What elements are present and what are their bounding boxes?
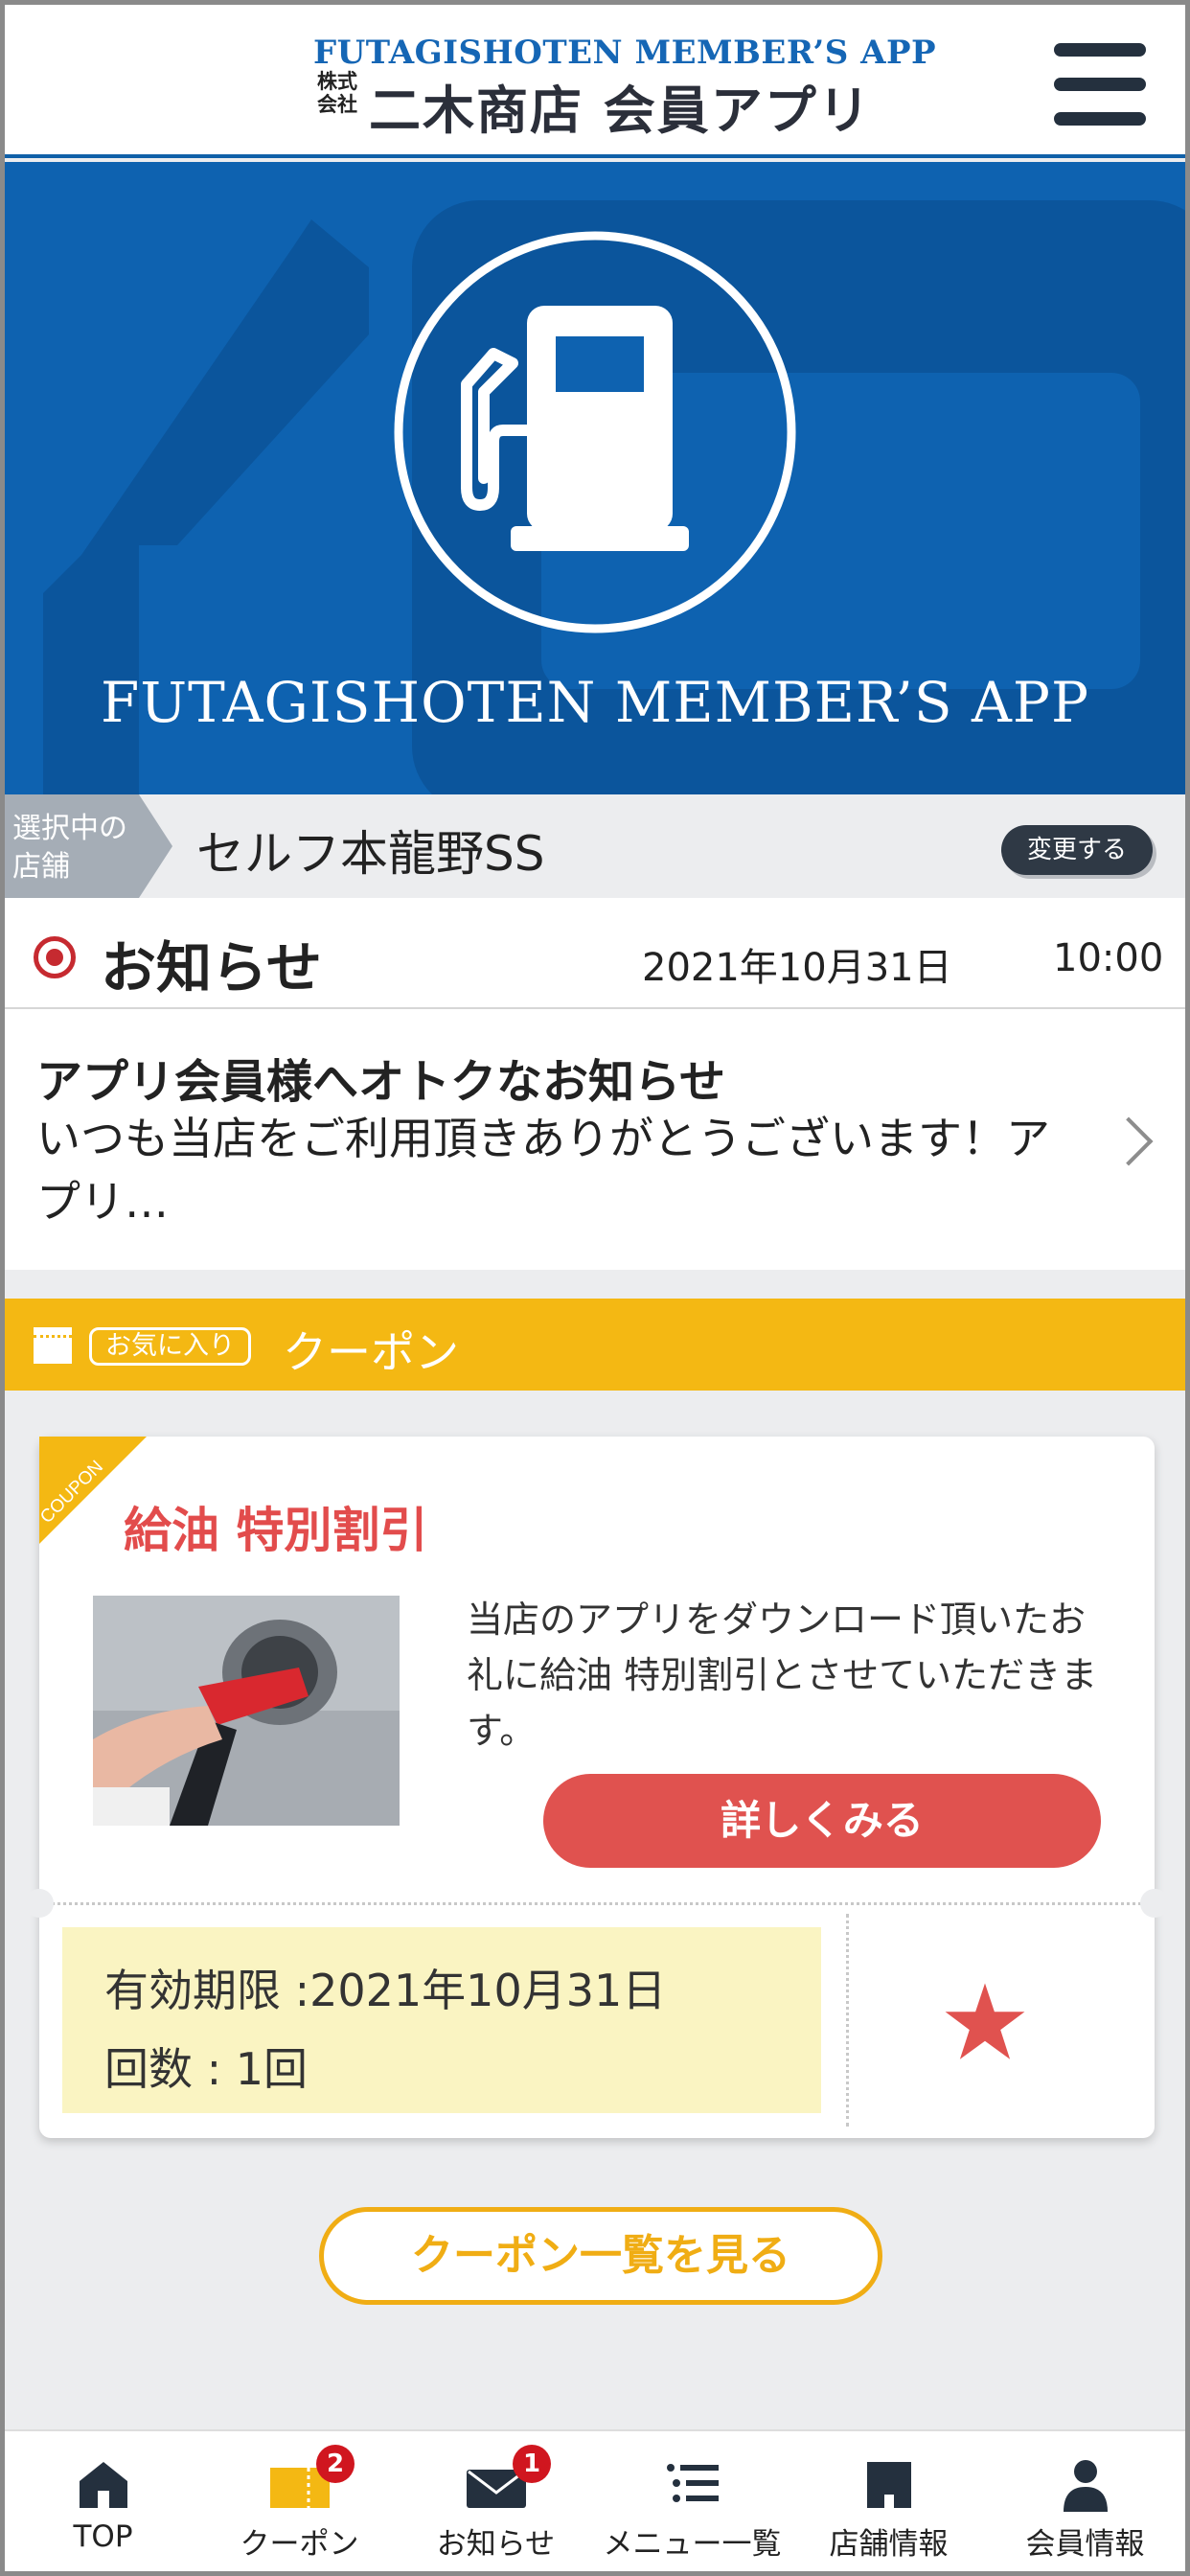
favorite-star-icon[interactable] (942, 1979, 1028, 2065)
menu-list-icon (667, 2464, 719, 2502)
nav-label-news: お知らせ (436, 2527, 556, 2562)
coupon-expiry: 有効期限 :2021年10月31日 (104, 1965, 667, 2016)
hamburger-menu-icon[interactable] (1054, 43, 1150, 126)
nav-news[interactable]: 1 お知らせ (398, 2431, 594, 2571)
nav-label-top: TOP (73, 2519, 133, 2554)
news-time: 10:00 (1053, 936, 1164, 980)
coupon-list-button[interactable]: クーポン一覧を見る (319, 2207, 882, 2305)
app-frame: FUTAGISHOTEN MEMBER’S APP 株式会社 二木商店 会員アプ… (5, 5, 1185, 2571)
nav-member[interactable]: 会員情報 (987, 2431, 1183, 2571)
change-store-button[interactable]: 変更する (1001, 825, 1153, 875)
coupon-section-header: お気に入り クーポン (5, 1299, 1185, 1391)
news-item-text: いつも当店をご利用頂きありがとうございます！アプリ… (36, 1113, 1050, 1228)
nav-top[interactable]: TOP (5, 2431, 201, 2571)
news-date: 2021年10月31日 (642, 946, 952, 990)
fueling-photo (93, 1596, 400, 1826)
record-dot-icon (34, 936, 76, 978)
home-icon (80, 2462, 127, 2508)
coupon-badge: 2 (316, 2445, 355, 2483)
store-name: セルフ本龍野SS (196, 826, 545, 882)
selected-store-tag: 選択中の店舗 (12, 812, 127, 884)
news-item[interactable]: アプリ会員様へオトクなお知らせ いつも当店をご利用頂きありがとうございます！アプ… (5, 1009, 1185, 1270)
ticket-notch-right (1140, 1889, 1169, 1918)
hero-banner: FUTAGISHOTEN MEMBER’S APP (5, 162, 1185, 794)
nav-store[interactable]: 店舗情報 (790, 2431, 987, 2571)
coupon-description: 当店のアプリをダウンロード頂いたお礼に給油 特別割引とさせていただきます。 (467, 1598, 1098, 1752)
perforation-divider (39, 1902, 1155, 1905)
logo-kabushiki: 株式会社 (317, 70, 357, 116)
coupon-detail-button[interactable]: 詳しくみる (543, 1774, 1101, 1868)
news-section-title: お知らせ (101, 935, 322, 1000)
logo-japanese: 二木商店 会員アプリ (369, 80, 872, 141)
news-header: お知らせ 2021年10月31日 10:00 (5, 898, 1185, 1009)
nav-coupon[interactable]: 2 クーポン (201, 2431, 398, 2571)
coupon-use-count: 回数 : 1回 (104, 2043, 309, 2095)
coupon-validity-box: 有効期限 :2021年10月31日 回数 : 1回 (62, 1927, 821, 2113)
logo-english: FUTAGISHOTEN MEMBER’S APP (313, 34, 937, 72)
nav-menu[interactable]: メニュー一覧 (594, 2431, 790, 2571)
app-header: FUTAGISHOTEN MEMBER’S APP 株式会社 二木商店 会員アプ… (5, 5, 1185, 158)
nav-label-store: 店舗情報 (829, 2527, 949, 2562)
person-icon (1064, 2460, 1108, 2512)
news-item-title: アプリ会員様へオトクなお知らせ (36, 1055, 726, 1109)
coupon-card: COUPON 給油 特別割引 当店のアプリをダウンロード頂いたお礼に給油 特別割… (25, 1437, 1169, 2138)
bottom-navigation: TOP 2 クーポン 1 お知らせ メニュー一覧 店舗情報 会員情報 (5, 2429, 1185, 2571)
selected-store-bar: 選択中の店舗 セルフ本龍野SS 変更する (5, 794, 1185, 898)
nav-label-menu: メニュー一覧 (603, 2527, 782, 2562)
news-badge: 1 (513, 2445, 551, 2483)
vertical-perforation (846, 1914, 849, 2127)
ticket-icon (34, 1327, 72, 1364)
hero-title: FUTAGISHOTEN MEMBER’S APP (101, 670, 1089, 735)
nav-label-member: 会員情報 (1025, 2527, 1145, 2562)
store-icon (867, 2462, 911, 2508)
favorite-tag: お気に入り (89, 1327, 251, 1366)
coupon-title: 給油 特別割引 (124, 1503, 428, 1558)
coupon-section-title: クーポン (283, 1326, 459, 1378)
ticket-notch-left (25, 1889, 54, 1918)
nav-label-coupon: クーポン (240, 2527, 359, 2562)
chevron-right-icon (1104, 1116, 1154, 1166)
